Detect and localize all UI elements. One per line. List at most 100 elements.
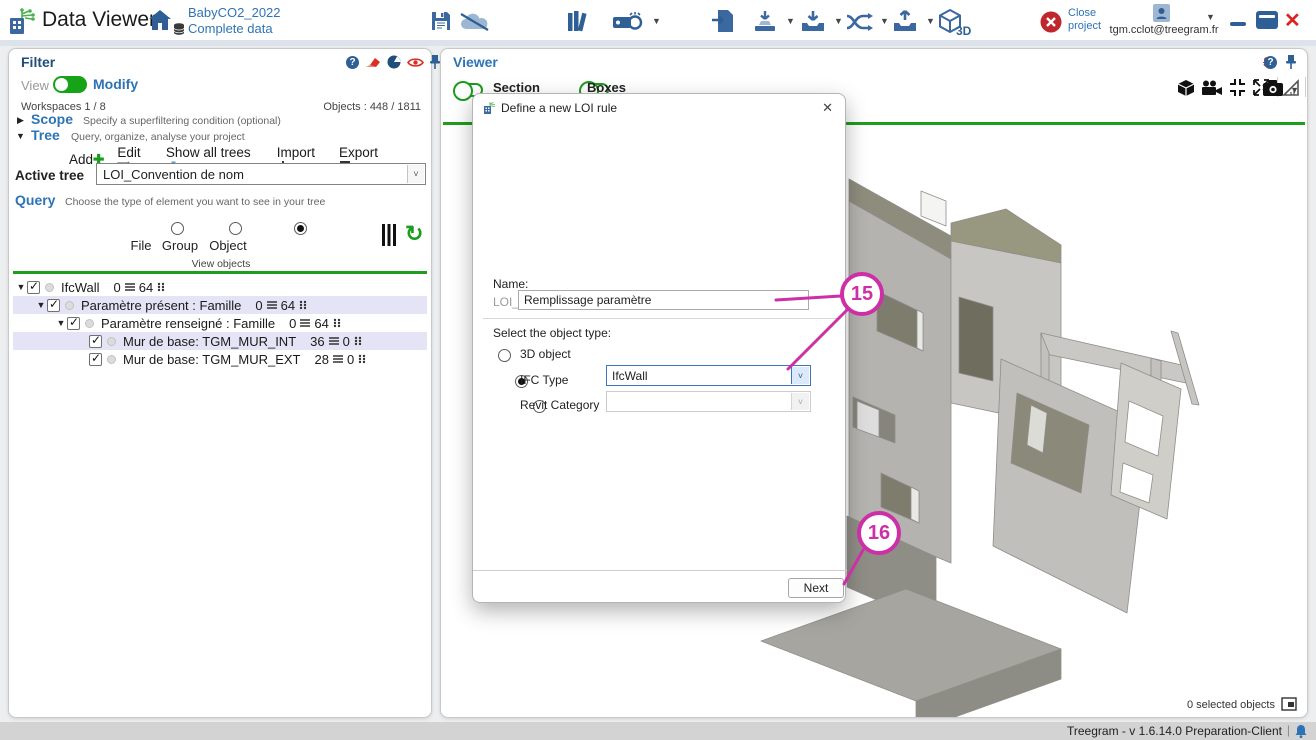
projector-dropdown-caret[interactable]: ▼ [652, 16, 661, 26]
radio-group[interactable] [229, 222, 242, 235]
revit-category-select: ˅ [606, 391, 811, 412]
radio-ifc-type-label: IFC Type [520, 373, 568, 387]
columns-icon[interactable] [381, 224, 397, 246]
window-close-button[interactable]: ✕ [1284, 8, 1301, 33]
row-status-dot [65, 301, 74, 310]
dialog-close-icon[interactable]: ✕ [822, 100, 833, 116]
active-tree-caret[interactable]: ˅ [407, 165, 424, 183]
filter-help-icon[interactable]: ? [346, 56, 359, 69]
row-count1: 0 [255, 298, 262, 313]
dialog-footer-divider [473, 570, 847, 571]
ifc-type-select[interactable]: IfcWall ˅ [606, 365, 811, 386]
radio-file[interactable] [171, 222, 184, 235]
query-hint: Choose the type of element you want to s… [65, 196, 325, 208]
lines-count-icon [125, 282, 135, 292]
filter-panel-title: Filter [21, 54, 55, 70]
scope-section-label[interactable]: Scope [31, 111, 73, 127]
tree-row[interactable]: ▼ IfcWall 0 64 [13, 278, 427, 296]
user-email[interactable]: tgm.cclot@treegram.fr [1098, 24, 1230, 36]
row-collapse-caret[interactable]: ▼ [15, 282, 27, 292]
stamp-import-caret[interactable]: ▼ [786, 16, 795, 26]
view-modify-toggle[interactable] [53, 76, 87, 93]
eye-icon[interactable] [407, 57, 424, 68]
zoom-fit-in-icon[interactable] [1229, 79, 1246, 96]
save-icon[interactable] [430, 10, 452, 32]
radio-3d-object[interactable] [498, 349, 511, 362]
shuffle-icon[interactable] [846, 13, 874, 31]
status-bar: Treegram - v 1.6.14.0 Preparation-Client… [0, 722, 1316, 740]
tree-hint: Query, organize, analyse your project [71, 131, 245, 143]
camera-path-icon[interactable] [1201, 80, 1223, 96]
row-collapse-caret[interactable]: ▼ [35, 300, 47, 310]
radio-3d-object-label: 3D object [520, 347, 571, 361]
row-checkbox[interactable] [47, 299, 60, 312]
row-count1: 0 [289, 316, 296, 331]
filter-panel: Filter ? View Modify Workspaces 1 / 8 Ob… [8, 48, 432, 718]
dataset-name[interactable]: Complete data [188, 21, 273, 36]
row-count2: 64 [139, 280, 153, 295]
snapshot-caret[interactable]: ▼ [1290, 85, 1299, 95]
row-label: Paramètre présent : Famille [81, 298, 241, 313]
dots-count-icon [333, 318, 343, 328]
user-dropdown-caret[interactable]: ▼ [1206, 12, 1215, 22]
tree-row[interactable]: Mur de base: TGM_MUR_EXT 28 0 [13, 350, 427, 368]
dots-count-icon [354, 336, 364, 346]
cube-3d-label: 3D [956, 24, 971, 38]
user-badge-icon[interactable] [1152, 3, 1171, 23]
next-button[interactable]: Next [788, 578, 844, 598]
import-file-icon[interactable] [712, 9, 734, 33]
shuffle-caret[interactable]: ▼ [880, 16, 889, 26]
home-icon[interactable] [148, 9, 172, 31]
tree-row[interactable]: ▼ Paramètre renseigné : Famille 0 64 [13, 314, 427, 332]
project-name[interactable]: BabyCO2_2022 [188, 5, 281, 20]
row-checkbox[interactable] [67, 317, 80, 330]
toolbar-divider [0, 40, 1316, 46]
tray-download-caret[interactable]: ▼ [834, 16, 843, 26]
notifications-bell-icon[interactable] [1294, 724, 1308, 738]
pie-chart-icon[interactable] [387, 55, 401, 69]
dialog-logo-icon [483, 100, 498, 115]
tray-download-icon[interactable] [800, 11, 826, 33]
close-project-icon[interactable] [1040, 11, 1062, 33]
radio-object[interactable] [294, 222, 307, 235]
query-section-label[interactable]: Query [15, 192, 55, 208]
top-toolbar: Data Viewer BabyCO2_2022 Complete data ▼ [0, 0, 1316, 40]
row-label: IfcWall [61, 280, 100, 295]
viewer-pin-icon[interactable] [1285, 54, 1297, 69]
tray-upload-icon[interactable] [892, 11, 918, 33]
tree-row[interactable]: Mur de base: TGM_MUR_INT 36 0 [13, 332, 427, 350]
app-title: Data Viewer [42, 8, 156, 32]
lines-count-icon [267, 300, 277, 310]
dialog-divider [483, 318, 837, 319]
projector-icon[interactable] [612, 13, 646, 31]
row-checkbox[interactable] [89, 353, 102, 366]
cloud-offline-icon[interactable] [458, 12, 492, 32]
tree-collapse-caret[interactable]: ▼ [16, 131, 25, 141]
library-icon[interactable] [566, 10, 592, 32]
refresh-icon[interactable]: ↻ [405, 221, 423, 247]
row-label: Mur de base: TGM_MUR_INT [123, 334, 296, 349]
eraser-icon[interactable] [365, 56, 381, 69]
window-maximize-button[interactable] [1256, 11, 1278, 29]
rule-name-value: Remplissage paramètre [524, 293, 651, 307]
row-collapse-caret[interactable]: ▼ [55, 318, 67, 328]
database-icon [173, 23, 185, 35]
snapshot-camera-icon[interactable] [1263, 80, 1283, 96]
viewer-help-icon[interactable]: ? [1264, 56, 1277, 69]
stamp-import-icon[interactable] [752, 11, 778, 33]
viewer-cube-icon[interactable] [1177, 79, 1195, 97]
row-checkbox[interactable] [27, 281, 40, 294]
row-checkbox[interactable] [89, 335, 102, 348]
ifc-type-value: IfcWall [612, 369, 648, 383]
selection-box-icon[interactable] [1281, 697, 1297, 711]
tray-upload-caret[interactable]: ▼ [926, 16, 935, 26]
scope-expand-caret[interactable]: ▶ [17, 115, 24, 126]
status-separator: | [1287, 723, 1290, 737]
window-minimize-button[interactable] [1230, 22, 1246, 26]
rule-name-input[interactable]: Remplissage paramètre [518, 290, 809, 310]
row-label: Paramètre renseigné : Famille [101, 316, 275, 331]
tree-section-label[interactable]: Tree [31, 127, 60, 143]
active-tree-select[interactable]: LOI_Convention de nom ˅ [96, 163, 426, 185]
ifc-type-caret[interactable]: ˅ [791, 367, 809, 384]
tree-row[interactable]: ▼ Paramètre présent : Famille 0 64 [13, 296, 427, 314]
